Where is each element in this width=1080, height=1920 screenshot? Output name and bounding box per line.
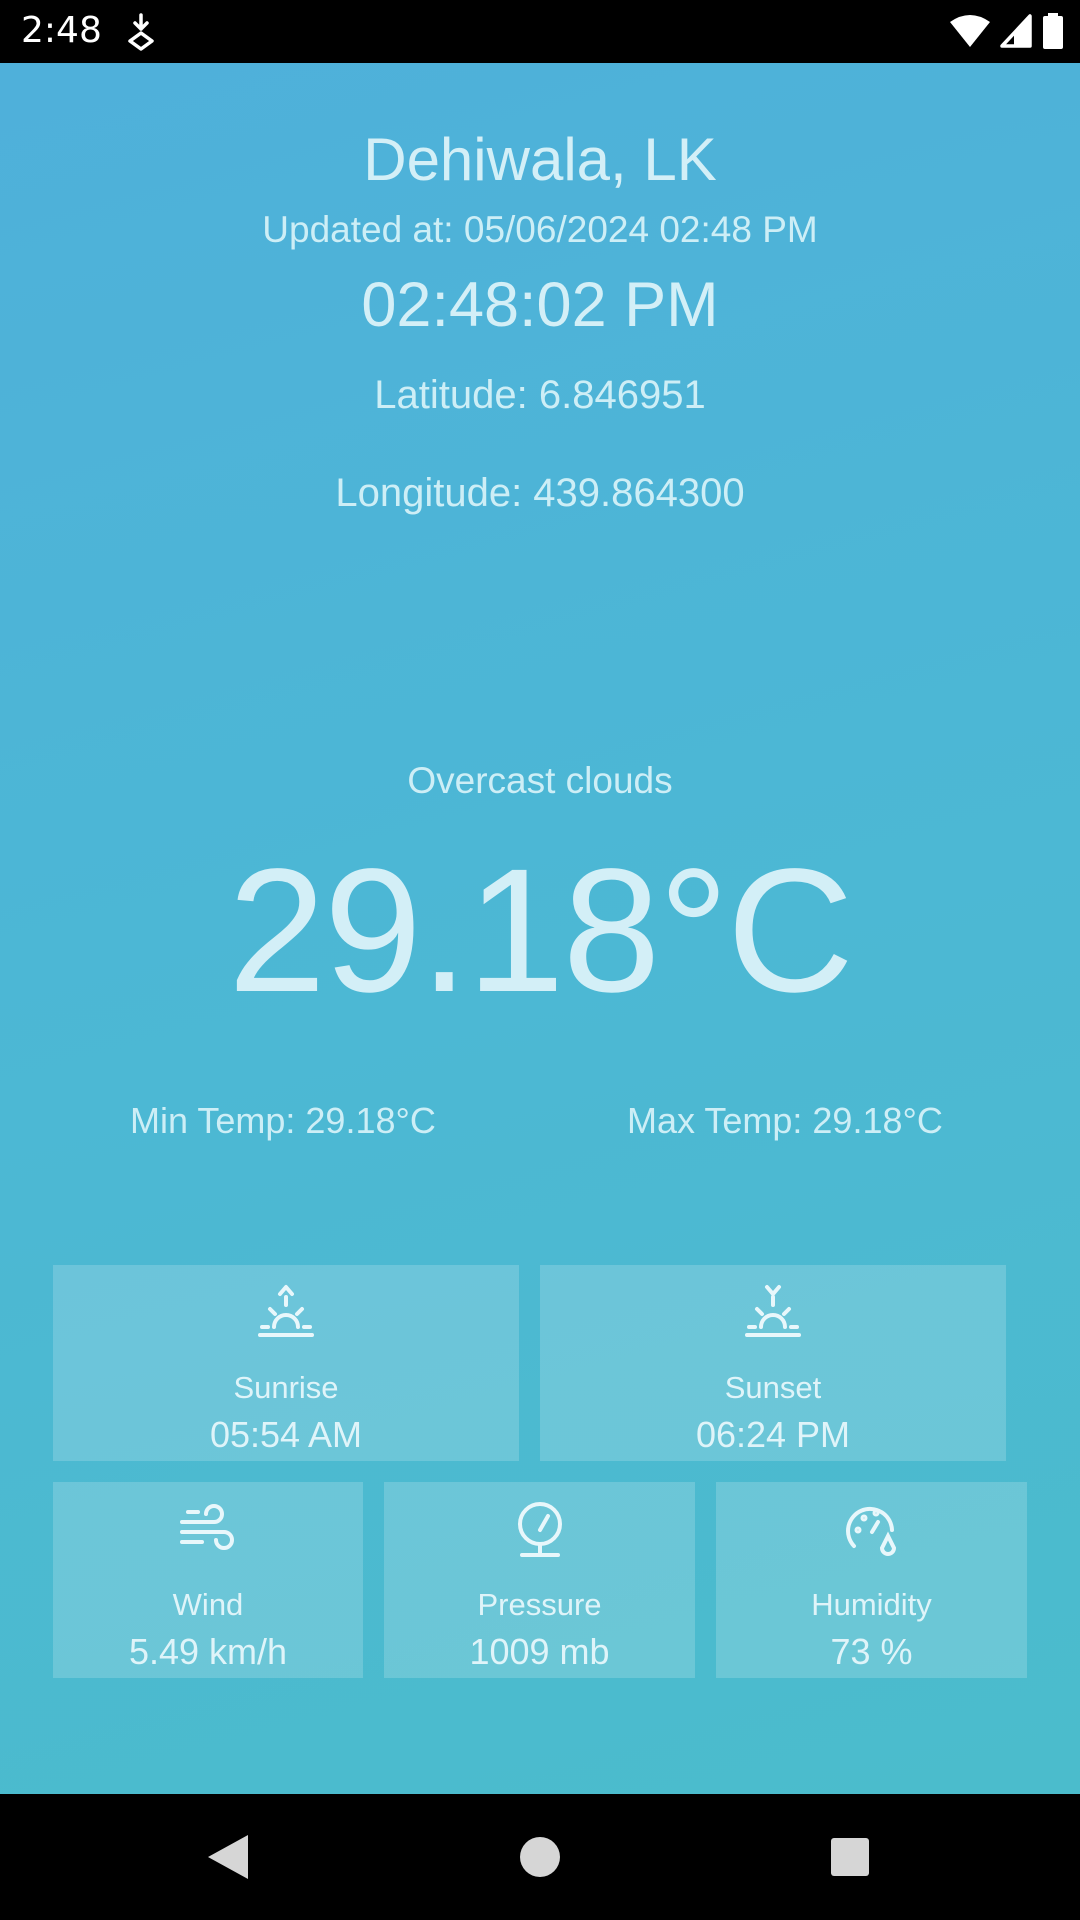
weather-condition: Overcast clouds — [407, 760, 673, 801]
current-temperature: 29.18°C — [228, 833, 854, 1029]
updated-at: Updated at: 05/06/2024 02:48 PM — [262, 209, 818, 250]
wifi-icon — [950, 15, 990, 47]
city-name: Dehiwala, LK — [363, 126, 717, 193]
sunrise-icon — [258, 1285, 314, 1337]
navigation-bar — [0, 1794, 1080, 1920]
pressure-value: 1009 mb — [469, 1631, 610, 1672]
status-time: 2:48 — [21, 10, 102, 51]
humidity-label: Humidity — [811, 1587, 932, 1622]
signal-icon — [1000, 14, 1032, 48]
sunset-card: Sunset 06:24 PM — [540, 1265, 1006, 1461]
battery-icon — [1043, 13, 1063, 49]
humidity-value: 73 % — [830, 1631, 913, 1672]
recents-icon[interactable] — [820, 1827, 880, 1887]
min-temp: Min Temp: 29.18°C — [130, 1100, 436, 1141]
download-icon — [128, 13, 154, 51]
longitude: Longitude: 439.864300 — [335, 471, 745, 515]
sunset-icon — [745, 1285, 801, 1337]
current-clock: 02:48:02 PM — [361, 270, 719, 340]
humidity-card: Humidity 73 % — [716, 1482, 1027, 1678]
wind-icon — [180, 1504, 234, 1550]
max-temp: Max Temp: 29.18°C — [627, 1100, 943, 1141]
home-icon[interactable] — [510, 1827, 570, 1887]
sunrise-card: Sunrise 05:54 AM — [53, 1265, 519, 1461]
status-bar: 2:48 — [0, 0, 1080, 63]
pressure-label: Pressure — [477, 1587, 602, 1622]
pressure-gauge-icon — [517, 1502, 562, 1557]
sunrise-value: 05:54 AM — [209, 1414, 363, 1455]
back-icon[interactable] — [200, 1827, 260, 1887]
wind-value: 5.49 km/h — [128, 1631, 288, 1672]
humidity-icon — [845, 1506, 896, 1556]
latitude: Latitude: 6.846951 — [374, 373, 706, 417]
wind-card: Wind 5.49 km/h — [53, 1482, 363, 1678]
sunset-label: Sunset — [724, 1370, 822, 1405]
wind-label: Wind — [172, 1587, 244, 1622]
pressure-card: Pressure 1009 mb — [384, 1482, 695, 1678]
sunset-value: 06:24 PM — [695, 1414, 851, 1455]
sunrise-label: Sunrise — [233, 1370, 339, 1405]
status-icons — [950, 12, 1064, 50]
